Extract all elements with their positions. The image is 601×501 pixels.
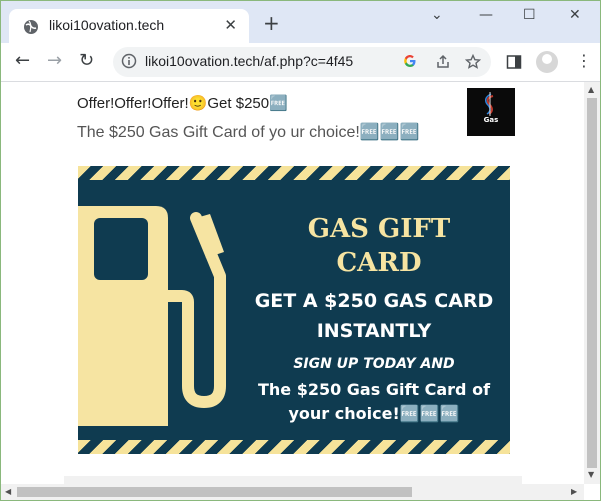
scroll-right-arrow-icon[interactable]: ▶ [571, 487, 577, 496]
horizontal-scrollbar[interactable]: ◀ ▶ [1, 484, 584, 500]
address-bar[interactable]: likoi10ovation.tech/af.php?c=4f45 [113, 47, 491, 77]
share-icon[interactable] [435, 54, 451, 70]
thumbnail-label: Gas [483, 116, 499, 124]
thumbnail-logo[interactable]: Gas [467, 88, 515, 136]
reload-button[interactable]: ↻ [79, 51, 94, 71]
banner-choice-line1: The $250 Gas Gift Card of [257, 380, 491, 399]
maximize-button[interactable]: ☐ [523, 7, 536, 23]
page-viewport: Offer!Offer!Offer!🙂Get $250🆓 The $250 Ga… [1, 82, 584, 484]
site-info-icon[interactable] [121, 53, 137, 69]
brand-logo-icon [484, 92, 494, 116]
tab-strip: likoi10ovation.tech ✕ + ⌄ — ☐ ✕ [1, 1, 600, 43]
window-close-button[interactable]: ✕ [569, 7, 581, 23]
banner-offer-line1: GET A $250 GAS CARD [254, 290, 494, 312]
tab-title: likoi10ovation.tech [49, 17, 165, 33]
banner-choice-line2: your choice!🆓🆓🆓 [288, 404, 460, 423]
browser-window: likoi10ovation.tech ✕ + ⌄ — ☐ ✕ ← → ↻ li… [0, 0, 601, 501]
bookmark-star-icon[interactable] [465, 54, 481, 70]
banner-title-line2: CARD [336, 248, 422, 278]
vertical-scrollbar[interactable]: ▲ ▼ [584, 82, 600, 484]
bottom-stripe [78, 440, 510, 454]
banner-title-line1: GAS GIFT [307, 214, 451, 244]
url-text[interactable]: likoi10ovation.tech/af.php?c=4f45 [145, 53, 353, 69]
side-panel-icon[interactable] [506, 54, 522, 70]
scroll-down-arrow-icon[interactable]: ▼ [588, 470, 594, 479]
horizontal-scroll-thumb[interactable] [17, 487, 412, 497]
google-icon[interactable] [403, 54, 417, 68]
scroll-left-arrow-icon[interactable]: ◀ [5, 487, 11, 496]
scroll-up-arrow-icon[interactable]: ▲ [588, 85, 594, 94]
globe-icon [24, 20, 38, 34]
tab-search-icon[interactable]: ⌄ [431, 7, 443, 23]
top-stripe [78, 166, 510, 180]
page-subheading: The $250 Gas Gift Card of yo ur choice!🆓… [77, 124, 420, 141]
page-heading: Offer!Offer!Offer!🙂Get $250🆓 [77, 95, 288, 112]
forward-button[interactable]: → [47, 51, 62, 71]
gas-pump-icon [78, 206, 226, 426]
menu-icon[interactable]: ⋮ [576, 52, 592, 70]
profile-avatar[interactable] [536, 51, 558, 73]
back-button[interactable]: ← [15, 51, 30, 71]
banner-signup: SIGN UP TODAY AND [293, 356, 455, 372]
new-tab-button[interactable]: + [263, 13, 280, 33]
page-footer-strip [64, 476, 522, 484]
minimize-button[interactable]: — [479, 7, 493, 23]
tab-active[interactable]: likoi10ovation.tech ✕ [9, 9, 249, 43]
vertical-scroll-thumb[interactable] [587, 98, 597, 468]
tab-close-icon[interactable]: ✕ [224, 17, 237, 33]
gas-card-banner[interactable]: GAS GIFT CARD GET A $250 GAS CARD INSTAN… [78, 166, 510, 454]
browser-toolbar: ← → ↻ likoi10ovation.tech/af.php?c=4f45 [1, 43, 600, 82]
banner-offer-line2: INSTANTLY [316, 320, 432, 342]
